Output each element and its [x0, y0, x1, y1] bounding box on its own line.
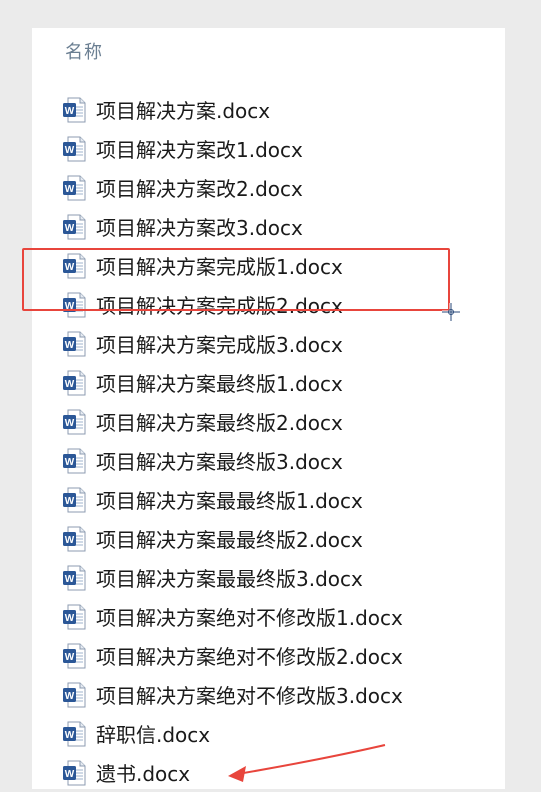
- annotation-arrow: [228, 744, 386, 782]
